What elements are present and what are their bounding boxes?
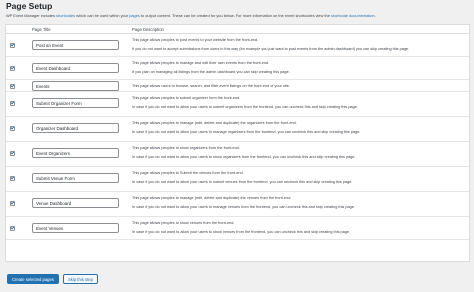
table-row: Submit Organizer Form This page allows pe… [6, 92, 469, 117]
page-checkbox[interactable] [10, 42, 15, 48]
table-row: Event Dashboard This page allows peoples … [6, 57, 469, 80]
create-selected-pages-button[interactable]: Create selected pages [7, 274, 59, 284]
page-title-input[interactable]: Submit Organizer Form [32, 98, 119, 108]
page-checkbox[interactable] [10, 125, 15, 131]
table-row: Submit Venue Form This page allows people… [6, 167, 469, 192]
page-description-line: This page allows peoples to manage (edit… [132, 196, 292, 200]
page-setup-table: Page Title Page Description Post an Even… [5, 24, 470, 262]
page-title: Page Setup [6, 1, 53, 11]
table-row: Events This page allows users to browse, … [6, 80, 469, 92]
page-description-note: If you plan on managing all listings fro… [132, 70, 290, 74]
table-row: Event Organizers This page allows peoples… [6, 142, 469, 167]
page-description-note: In case if you do not want to allow your… [132, 180, 353, 184]
column-header-page-title: Page Title [32, 27, 51, 32]
page-description-note: In case if you do not want to allow your… [132, 105, 358, 109]
intro-text: WP Event Manager includes shortcodes whi… [6, 13, 472, 18]
page-description-line: This page allows users to browse, search… [132, 83, 290, 88]
intro-text-part-2: which can be used within your [75, 13, 130, 18]
intro-text-part-4: . [374, 13, 376, 18]
page-checkbox[interactable] [10, 150, 15, 156]
shortcodes-link[interactable]: shortcodes [56, 13, 75, 18]
page-description-line: This page allows peoples to Submit the v… [132, 171, 244, 175]
table-header: Page Title Page Description [6, 25, 469, 34]
table-row: Organizer Dashboard This page allows peop… [6, 117, 469, 142]
table-row: Event Venues This page allows peoples to … [6, 217, 469, 240]
shortcode-documentation-link[interactable]: shortcode documentation [331, 13, 375, 18]
page-title-input[interactable]: Event Organizers [32, 148, 119, 158]
page-description-note: If you do not want to accept submissions… [132, 47, 410, 51]
page-checkbox[interactable] [10, 65, 15, 71]
page-description-note: In case if you do not want to allow your… [132, 155, 356, 159]
page-description-line: This page allows peoples to manage and e… [132, 61, 270, 65]
page-title-input[interactable]: Submit Venue Form [32, 173, 119, 183]
page-description-note: In case if you do not want to allow your… [132, 230, 351, 234]
page-title-input[interactable]: Post an Event [32, 40, 119, 50]
page-checkbox[interactable] [10, 225, 15, 231]
intro-text-part-1: WP Event Manager includes [6, 13, 57, 18]
page-title-input[interactable]: Event Dashboard [32, 63, 119, 73]
page-checkbox[interactable] [10, 100, 15, 106]
intro-text-part-3: to output content. These can be created … [139, 13, 331, 18]
page-description-note: In case if you do not want to allow your… [132, 205, 355, 209]
page-checkbox[interactable] [10, 83, 15, 89]
column-header-page-description: Page Description [132, 27, 164, 32]
table-row: Venue Dashboard This page allows peoples … [6, 192, 469, 217]
page-title-input[interactable]: Events [32, 81, 119, 91]
page-description-line: This page allows peoples to post events … [132, 38, 259, 42]
page-checkbox[interactable] [10, 200, 15, 206]
page-title-input[interactable]: Venue Dashboard [32, 198, 119, 208]
page-description-line: This page allows peoples to show venues … [132, 221, 235, 225]
page-title-input[interactable]: Event Venues [32, 223, 119, 233]
page-title-input[interactable]: Organizer Dashboard [32, 123, 119, 133]
page-checkbox[interactable] [10, 175, 15, 181]
page-description-line: This page allows peoples to manage (edit… [132, 121, 297, 125]
table-row: Post an Event This page allows peoples to… [6, 34, 469, 57]
skip-this-step-button[interactable]: Skip this step [63, 274, 98, 284]
page-description-line: This page allows peoples to show organiz… [132, 146, 240, 150]
page-description-note: In case if you do not want to allow your… [132, 130, 361, 134]
pages-link[interactable]: pages [129, 13, 140, 18]
page-description-line: This page allows peoples to submit organ… [132, 96, 241, 100]
